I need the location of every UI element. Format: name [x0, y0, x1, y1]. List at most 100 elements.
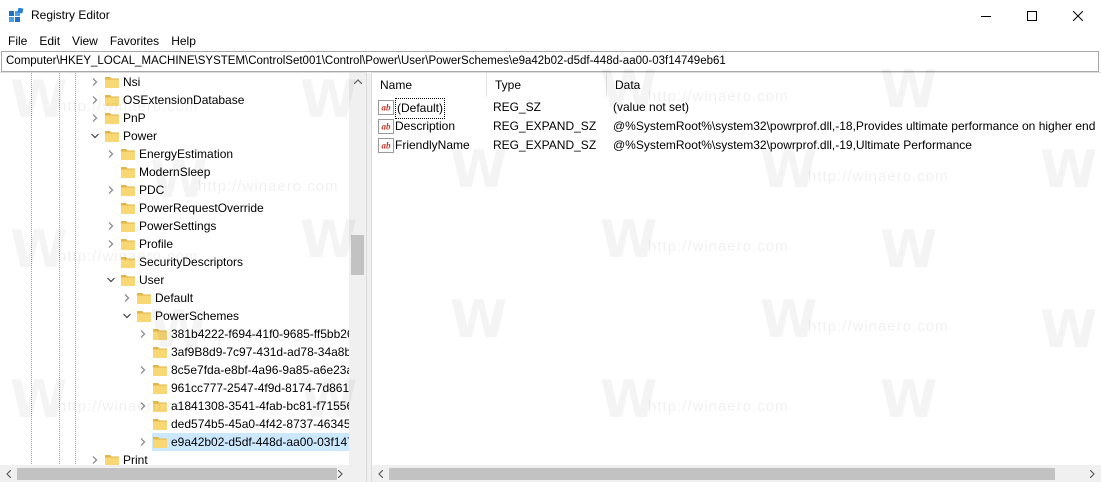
value-name: FriendlyName: [395, 138, 470, 152]
tree-scroll-left-arrow[interactable]: [0, 465, 17, 482]
chevron-right-icon[interactable]: [90, 455, 100, 465]
tree-node-label: PowerSchemes: [155, 309, 240, 323]
menu-view[interactable]: View: [66, 31, 104, 51]
tree-node[interactable]: 3af9B8d9-7c97-431d-ad78-34a8bf: [0, 343, 354, 361]
tree-node[interactable]: PowerSchemes: [0, 307, 349, 325]
tree-node[interactable]: Power: [0, 127, 349, 145]
tree-node-label: Nsi: [123, 75, 141, 89]
maximize-icon: [1027, 10, 1037, 21]
chevron-left-icon: [6, 469, 11, 478]
list-horizontal-scrollbar[interactable]: [372, 465, 1101, 482]
tree-node[interactable]: PowerRequestOverride: [0, 199, 349, 217]
value-row[interactable]: ab (Default) REG_SZ (value not set): [372, 98, 1101, 119]
folder-icon: [105, 113, 119, 124]
tree-node-label: e9a42b02-d5df-448d-aa00-03f1474: [171, 435, 361, 449]
maximize-button[interactable]: [1009, 0, 1055, 31]
tree-node-label: a1841308-3541-4fab-bc81-f71556f: [171, 399, 357, 413]
tree-node[interactable]: 8c5e7fda-e8bf-4a96-9a85-a6e23a8: [0, 361, 360, 379]
chevron-right-icon[interactable]: [138, 437, 148, 447]
tree-scroll-right-arrow[interactable]: [332, 465, 349, 482]
folder-icon: [105, 77, 119, 88]
value-row[interactable]: ab FriendlyName REG_EXPAND_SZ @%SystemRoot%…: [372, 136, 1101, 155]
column-header-type[interactable]: Type: [487, 73, 607, 97]
menu-favorites[interactable]: Favorites: [104, 31, 165, 51]
chevron-right-icon[interactable]: [138, 329, 148, 339]
column-header-data[interactable]: Data: [607, 73, 1101, 97]
column-header-name[interactable]: Name: [372, 73, 487, 97]
folder-icon: [153, 383, 167, 394]
list-scroll-right-arrow[interactable]: [1084, 465, 1101, 482]
folder-icon: [121, 257, 135, 268]
menu-file[interactable]: File: [2, 31, 33, 51]
tree-node[interactable]: EnergyEstimation: [0, 145, 349, 163]
chevron-left-icon: [378, 469, 383, 478]
tree-horizontal-scroll-thumb[interactable]: [17, 468, 337, 480]
tree-node-label: User: [139, 273, 165, 287]
chevron-right-icon[interactable]: [138, 365, 148, 375]
chevron-right-icon[interactable]: [106, 221, 116, 231]
tree-node[interactable]: User: [0, 271, 349, 289]
tree-node[interactable]: PowerSettings: [0, 217, 349, 235]
close-button[interactable]: [1055, 0, 1101, 31]
address-bar[interactable]: Computer\HKEY_LOCAL_MACHINE\SYSTEM\Contr…: [1, 51, 1099, 72]
folder-icon: [153, 437, 167, 448]
tree-node-label: SecurityDescriptors: [139, 255, 244, 269]
tree-node[interactable]: OSExtensionDatabase: [0, 91, 349, 109]
chevron-down-icon[interactable]: [90, 131, 100, 141]
tree-node[interactable]: Nsi: [0, 73, 349, 91]
folder-icon: [121, 239, 135, 250]
tree-node-label: ded574b5-45a0-4f42-8737-46345c: [171, 417, 357, 431]
scroll-up-arrow[interactable]: [349, 73, 366, 90]
chevron-down-icon[interactable]: [106, 275, 116, 285]
value-data: (value not set): [613, 100, 690, 114]
tree-node[interactable]: a1841308-3541-4fab-bc81-f71556f: [0, 397, 356, 415]
tree-node-label: PowerRequestOverride: [139, 201, 264, 215]
chevron-down-icon[interactable]: [122, 311, 132, 321]
chevron-right-icon[interactable]: [106, 239, 116, 249]
tree-node-label: 8c5e7fda-e8bf-4a96-9a85-a6e23a8: [171, 363, 360, 377]
tree-node[interactable]: ModernSleep: [0, 163, 349, 181]
tree-node-label: PnP: [123, 111, 146, 125]
tree-node[interactable]: PnP: [0, 109, 349, 127]
chevron-right-icon[interactable]: [90, 95, 100, 105]
tree-node[interactable]: 381b4222-f694-41f0-9685-ff5bb26: [0, 325, 354, 343]
tree-node[interactable]: Default: [0, 289, 349, 307]
folder-icon: [121, 185, 135, 196]
tree-horizontal-scrollbar[interactable]: [0, 465, 366, 482]
svg-text:ab: ab: [382, 141, 392, 151]
value-type: REG_SZ: [493, 100, 542, 114]
minimize-icon: [981, 15, 991, 17]
menu-edit[interactable]: Edit: [33, 31, 66, 51]
value-type: REG_EXPAND_SZ: [493, 119, 597, 133]
value-row[interactable]: ab Description REG_EXPAND_SZ @%SystemRoot%\…: [372, 117, 1101, 136]
values-list-pane[interactable]: Name Type Data ab (Default) REG_SZ (value n…: [372, 72, 1101, 482]
tree-node-label: Power: [123, 129, 158, 143]
chevron-right-icon[interactable]: [122, 293, 132, 303]
menu-help[interactable]: Help: [165, 31, 202, 51]
tree-node[interactable]: 961cc777-2547-4f9d-8174-7d86181: [0, 379, 363, 397]
tree-node[interactable]: PDC: [0, 181, 349, 199]
key-tree-pane[interactable]: Nsi OSExtensionDatabase PnP Power EnergyEsti…: [0, 72, 366, 482]
list-horizontal-scroll-thumb[interactable]: [389, 468, 1055, 480]
chevron-right-icon[interactable]: [90, 77, 100, 87]
tree-node[interactable]: ded574b5-45a0-4f42-8737-46345c: [0, 415, 357, 433]
tree-node[interactable]: SecurityDescriptors: [0, 253, 349, 271]
folder-icon: [137, 311, 151, 322]
string-value-icon: ab: [378, 100, 394, 115]
tree-node[interactable]: Profile: [0, 235, 349, 253]
tree-vertical-scroll-thumb[interactable]: [351, 235, 364, 275]
list-scroll-left-arrow[interactable]: [372, 465, 389, 482]
minimize-button[interactable]: [963, 0, 1009, 31]
chevron-right-icon[interactable]: [90, 113, 100, 123]
folder-icon: [121, 167, 135, 178]
chevron-right-icon[interactable]: [138, 401, 148, 411]
tree-node-label: 961cc777-2547-4f9d-8174-7d86181: [171, 381, 363, 395]
value-data: @%SystemRoot%\system32\powrprof.dll,-18,…: [613, 119, 1096, 133]
value-type: REG_EXPAND_SZ: [493, 138, 597, 152]
tree-node[interactable]: e9a42b02-d5df-448d-aa00-03f1474: [0, 433, 361, 451]
chevron-right-icon[interactable]: [106, 149, 116, 159]
tree-vertical-scrollbar[interactable]: [349, 73, 366, 465]
folder-icon: [153, 401, 167, 412]
chevron-right-icon: [338, 469, 343, 478]
chevron-right-icon[interactable]: [106, 185, 116, 195]
